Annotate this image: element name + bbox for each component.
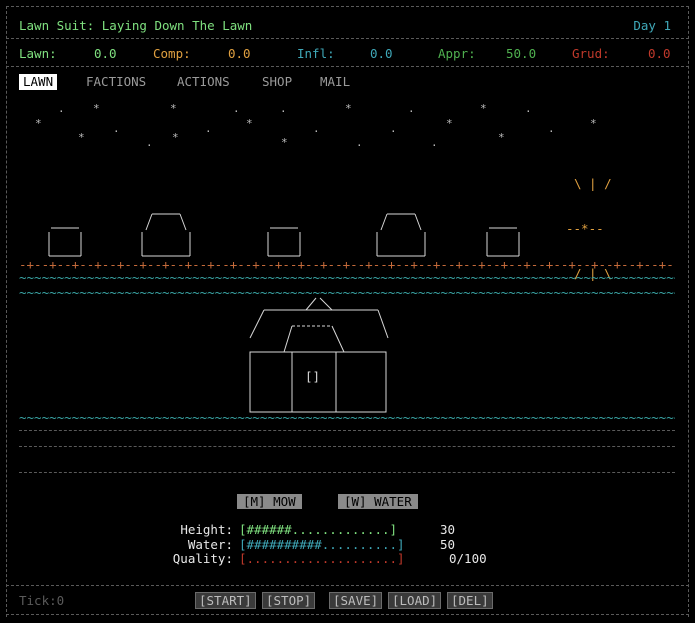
star: .	[313, 122, 320, 135]
meter-label: Water:	[187, 537, 233, 552]
roof-peak-left	[305, 297, 317, 311]
grass-row-1: ~~~~~~~~~~~~~~~~~~~~~~~~~~~~~~~~~~~~~~~~…	[19, 270, 675, 285]
water-button[interactable]: [W] WATER	[338, 494, 418, 509]
star: .	[146, 136, 153, 149]
grass-row-3: ~~~~~~~~~~~~~~~~~~~~~~~~~~~~~~~~~~~~~~~~…	[19, 410, 675, 425]
star: .	[525, 102, 532, 115]
meter-bar: [######.............]	[239, 522, 398, 537]
roof-right	[377, 309, 389, 339]
star: *	[170, 102, 177, 115]
meter-bar: [##########..........]	[239, 537, 405, 552]
mow-button[interactable]: [M] MOW	[237, 494, 302, 509]
ground-row-3	[19, 472, 675, 473]
star: *	[498, 131, 505, 144]
stat-label: Lawn:	[19, 46, 57, 61]
tab-mail[interactable]: MAIL	[316, 74, 354, 90]
house-ascii	[249, 297, 389, 413]
star: *	[480, 102, 487, 115]
neighbor-house	[486, 227, 520, 257]
star: *	[281, 136, 288, 149]
meter-value: 50	[440, 537, 456, 552]
day-counter: Day 1	[633, 18, 671, 33]
meter-value: 30	[440, 522, 456, 537]
frame-divider-1	[6, 38, 689, 39]
star: *	[246, 117, 253, 130]
star: .	[431, 136, 438, 149]
star: .	[280, 102, 287, 115]
star: *	[172, 131, 179, 144]
stat-label: Grud:	[572, 46, 610, 61]
star: *	[35, 117, 42, 130]
stat-value: 0.0	[648, 46, 671, 61]
star: .	[205, 122, 212, 135]
ground-row-1	[19, 430, 675, 431]
ground-row-2	[19, 446, 675, 447]
frame-divider-2	[6, 66, 689, 67]
star: .	[113, 122, 120, 135]
meter-value: 0/100	[449, 551, 487, 566]
stat-value: 0.0	[370, 46, 393, 61]
neighbor-house	[141, 213, 191, 257]
frame-top	[6, 6, 689, 7]
roof-peak-right	[319, 297, 333, 311]
gable-right	[331, 325, 345, 353]
star: .	[548, 122, 555, 135]
stat-label: Appr:	[438, 46, 476, 61]
meter-label: Quality:	[172, 551, 233, 566]
star: *	[345, 102, 352, 115]
del-button[interactable]: [DEL]	[447, 592, 493, 609]
start-button[interactable]: [START]	[195, 592, 256, 609]
star: .	[58, 102, 65, 115]
save-button[interactable]: [SAVE]	[329, 592, 383, 609]
star: .	[356, 136, 363, 149]
house-door: []	[305, 369, 321, 384]
frame-divider-3	[6, 585, 689, 586]
frame-right	[688, 6, 689, 617]
stat-value: 0.0	[228, 46, 251, 61]
star: *	[93, 102, 100, 115]
meter-bar: [....................]	[239, 551, 405, 566]
tab-lawn[interactable]: LAWN	[19, 74, 58, 90]
load-button[interactable]: [LOAD]	[388, 592, 442, 609]
tick-counter: Tick:0	[19, 593, 65, 608]
stat-label: Infl:	[297, 46, 335, 61]
meter-label: Height:	[180, 522, 233, 537]
star: *	[78, 131, 85, 144]
frame-left	[6, 6, 7, 617]
stat-label: Comp:	[153, 46, 191, 61]
star: .	[408, 102, 415, 115]
tab-actions[interactable]: ACTIONS	[173, 74, 234, 90]
star: .	[390, 122, 397, 135]
star: .	[233, 102, 240, 115]
stat-value: 50.0	[506, 46, 537, 61]
gable-left	[283, 325, 293, 353]
neighbor-house	[376, 213, 426, 257]
frame-bottom	[6, 614, 689, 615]
neighbor-house	[267, 227, 301, 257]
game-title: Lawn Suit: Laying Down The Lawn	[19, 18, 253, 33]
neighbor-house	[48, 227, 82, 257]
stop-button[interactable]: [STOP]	[262, 592, 316, 609]
tab-factions[interactable]: FACTIONS	[82, 74, 150, 90]
tab-shop[interactable]: SHOP	[258, 74, 296, 90]
star: *	[590, 117, 597, 130]
stat-value: 0.0	[94, 46, 117, 61]
roof-left	[249, 309, 265, 339]
star: *	[446, 117, 453, 130]
